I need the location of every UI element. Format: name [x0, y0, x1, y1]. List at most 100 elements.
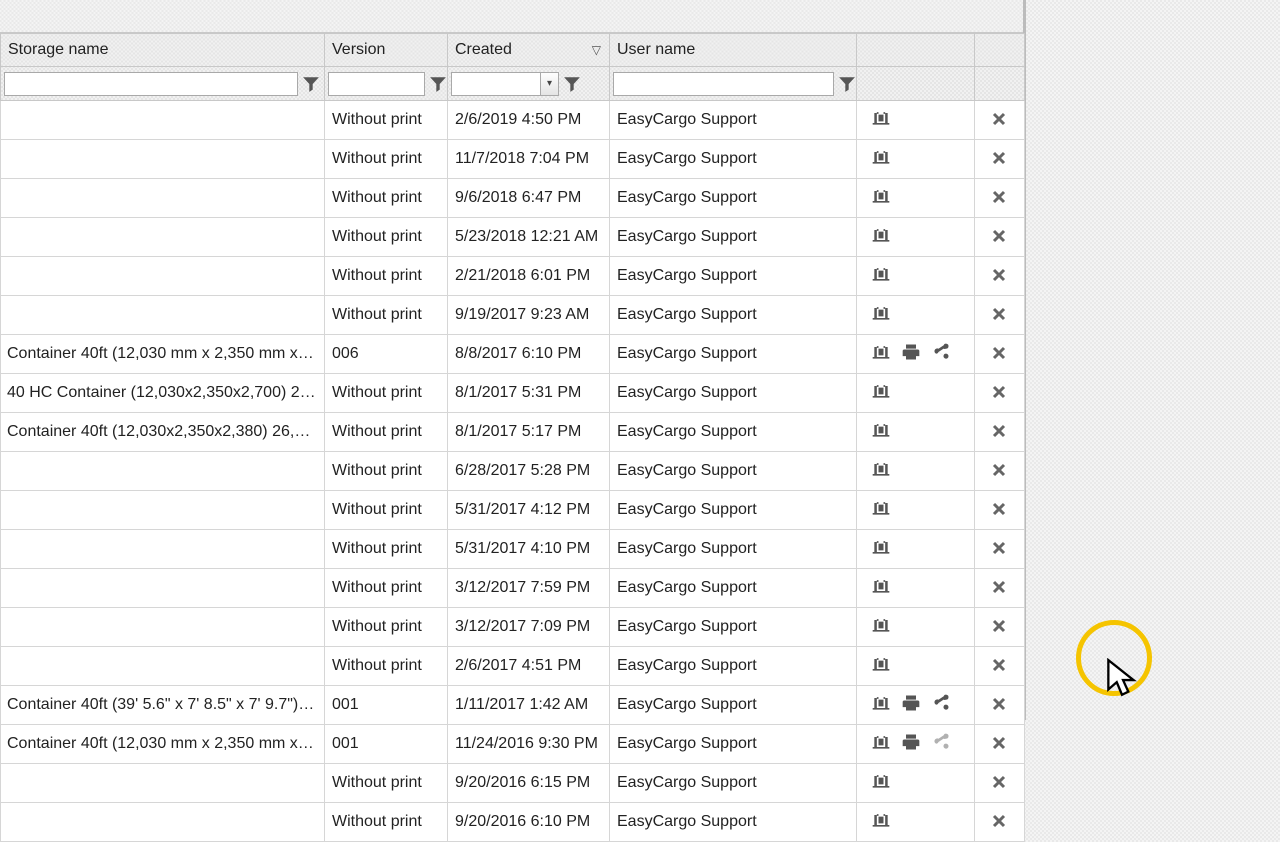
load-icon[interactable]	[869, 575, 893, 597]
cell-actions	[857, 569, 975, 608]
load-icon[interactable]	[869, 107, 893, 129]
load-icon[interactable]	[869, 614, 893, 636]
cell-created: 11/7/2018 7:04 PM	[448, 140, 610, 179]
filter-icon[interactable]	[563, 73, 581, 95]
cell-storage	[1, 179, 325, 218]
cell-actions	[857, 101, 975, 140]
cell-storage: 40 HC Container (12,030x2,350x2,700) 28,…	[1, 374, 325, 413]
filter-version-input[interactable]	[328, 72, 425, 96]
table-row: Without print9/6/2018 6:47 PMEasyCargo S…	[1, 179, 1025, 218]
table-row: 40 HC Container (12,030x2,350x2,700) 28,…	[1, 374, 1025, 413]
delete-icon[interactable]	[987, 771, 1011, 793]
delete-icon[interactable]	[987, 147, 1011, 169]
delete-icon[interactable]	[987, 693, 1011, 715]
share-icon[interactable]	[929, 692, 953, 714]
cell-version: Without print	[325, 296, 448, 335]
delete-icon[interactable]	[987, 381, 1011, 403]
print-icon[interactable]	[899, 731, 923, 753]
cell-version: Without print	[325, 647, 448, 686]
filter-icon[interactable]	[302, 73, 320, 95]
cell-delete	[975, 686, 1025, 725]
load-icon[interactable]	[869, 497, 893, 519]
cell-storage: Container 40ft (12,030x2,350x2,380) 26,4…	[1, 413, 325, 452]
cell-storage	[1, 257, 325, 296]
cell-created: 9/20/2016 6:10 PM	[448, 803, 610, 842]
print-icon[interactable]	[899, 341, 923, 363]
load-icon[interactable]	[869, 302, 893, 324]
cell-actions	[857, 608, 975, 647]
cell-delete	[975, 140, 1025, 179]
cell-delete	[975, 413, 1025, 452]
table-row: Without print9/20/2016 6:10 PMEasyCargo …	[1, 803, 1025, 842]
load-icon[interactable]	[869, 458, 893, 480]
load-icon[interactable]	[869, 380, 893, 402]
share-icon[interactable]	[929, 341, 953, 363]
col-header-label: User name	[617, 41, 695, 58]
cell-created: 3/12/2017 7:59 PM	[448, 569, 610, 608]
col-header-user[interactable]: User name	[610, 34, 857, 67]
delete-icon[interactable]	[987, 420, 1011, 442]
filter-icon[interactable]	[429, 73, 447, 95]
print-icon[interactable]	[899, 692, 923, 714]
delete-icon[interactable]	[987, 498, 1011, 520]
delete-icon[interactable]	[987, 303, 1011, 325]
table-row: Container 40ft (12,030 mm x 2,350 mm x 2…	[1, 725, 1025, 764]
cell-created: 8/8/2017 6:10 PM	[448, 335, 610, 374]
delete-icon[interactable]	[987, 186, 1011, 208]
load-icon[interactable]	[869, 653, 893, 675]
filter-icon[interactable]	[838, 73, 856, 95]
delete-icon[interactable]	[987, 576, 1011, 598]
load-icon[interactable]	[869, 419, 893, 441]
delete-icon[interactable]	[987, 264, 1011, 286]
cell-user: EasyCargo Support	[610, 179, 857, 218]
cell-delete	[975, 452, 1025, 491]
cursor-icon	[1104, 658, 1140, 705]
grid-top-spacer	[0, 0, 1023, 33]
delete-icon[interactable]	[987, 654, 1011, 676]
load-icon[interactable]	[869, 185, 893, 207]
load-icon[interactable]	[869, 770, 893, 792]
load-icon[interactable]	[869, 341, 893, 363]
load-icon[interactable]	[869, 263, 893, 285]
cell-version: Without print	[325, 803, 448, 842]
delete-icon[interactable]	[987, 732, 1011, 754]
load-icon[interactable]	[869, 536, 893, 558]
delete-icon[interactable]	[987, 615, 1011, 637]
cell-actions	[857, 257, 975, 296]
col-header-version[interactable]: Version	[325, 34, 448, 67]
cell-actions	[857, 725, 975, 764]
filter-user-input[interactable]	[613, 72, 834, 96]
load-icon[interactable]	[869, 224, 893, 246]
delete-icon[interactable]	[987, 459, 1011, 481]
col-header-storage[interactable]: Storage name	[1, 34, 325, 67]
cell-version: Without print	[325, 374, 448, 413]
cell-version: Without print	[325, 101, 448, 140]
load-icon[interactable]	[869, 692, 893, 714]
table-row: Without print5/31/2017 4:10 PMEasyCargo …	[1, 530, 1025, 569]
delete-icon[interactable]	[987, 225, 1011, 247]
cell-actions	[857, 452, 975, 491]
table-row: Without print2/6/2017 4:51 PMEasyCargo S…	[1, 647, 1025, 686]
cell-user: EasyCargo Support	[610, 296, 857, 335]
cell-user: EasyCargo Support	[610, 413, 857, 452]
filter-storage-input[interactable]	[4, 72, 298, 96]
cell-created: 6/28/2017 5:28 PM	[448, 452, 610, 491]
grid-panel: Storage name Version Created ▽ User name	[0, 0, 1026, 720]
delete-icon[interactable]	[987, 810, 1011, 832]
load-icon[interactable]	[869, 731, 893, 753]
cell-actions	[857, 218, 975, 257]
delete-icon[interactable]	[987, 108, 1011, 130]
delete-icon[interactable]	[987, 537, 1011, 559]
load-icon[interactable]	[869, 809, 893, 831]
filter-created-dropdown[interactable]: ▾	[451, 72, 559, 96]
cell-actions	[857, 413, 975, 452]
cell-version: Without print	[325, 569, 448, 608]
cell-created: 5/31/2017 4:12 PM	[448, 491, 610, 530]
delete-icon[interactable]	[987, 342, 1011, 364]
cell-storage	[1, 296, 325, 335]
cell-storage: Container 40ft (39' 5.6" x 7' 8.5" x 7' …	[1, 686, 325, 725]
col-header-created[interactable]: Created ▽	[448, 34, 610, 67]
cell-delete	[975, 101, 1025, 140]
cell-storage	[1, 140, 325, 179]
load-icon[interactable]	[869, 146, 893, 168]
